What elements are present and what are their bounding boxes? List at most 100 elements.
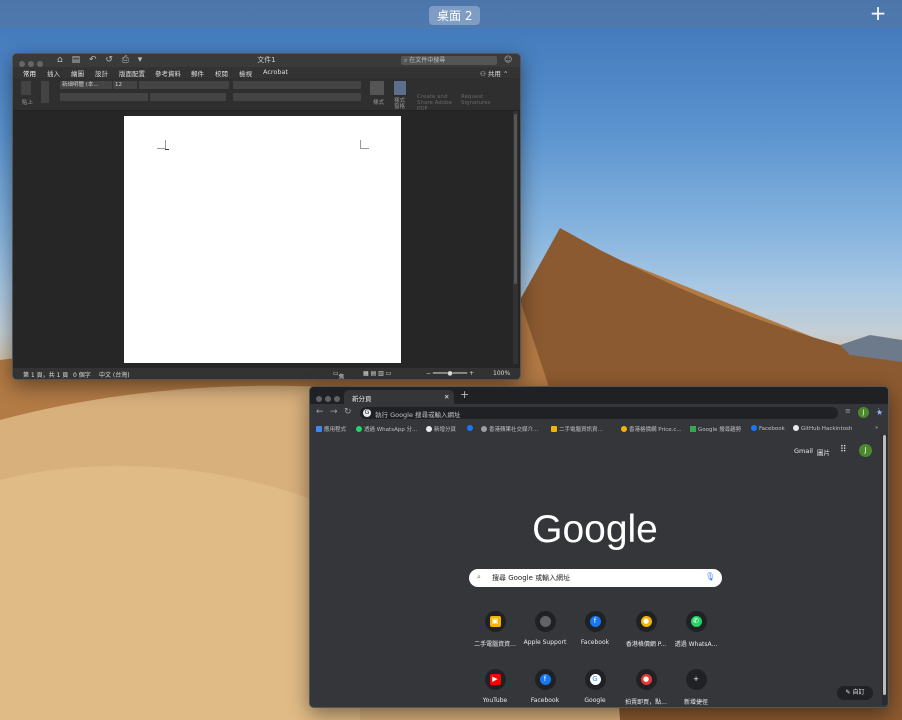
styles-icon[interactable] — [370, 81, 384, 95]
shortcut-tile[interactable]: ● 香港格價網 P... — [621, 611, 671, 648]
tab-draw[interactable]: 繪圖 — [71, 68, 84, 78]
profile-avatar[interactable]: J — [859, 444, 872, 457]
close-tab-icon[interactable]: ✕ — [444, 393, 449, 401]
smiley-icon[interactable]: ☺ — [504, 55, 512, 64]
bookmarks-bar: 應用程式 透過 WhatsApp 分... 新增分頁 香港蘋果社交媒介... 二… — [310, 422, 888, 436]
search-placeholder: 搜尋 Google 或輸入網址 — [492, 574, 571, 582]
focus-button[interactable]: ▭ 焦點 — [333, 370, 345, 379]
tab-insert[interactable]: 插入 — [47, 68, 60, 78]
request-signatures-label[interactable]: Request Signatures — [461, 94, 491, 106]
language-status[interactable]: 中文 (台灣) — [99, 370, 130, 379]
shortcut-tile[interactable]: ▣ 二手電腦資資... — [470, 611, 520, 648]
shortcut-tile[interactable]: ✆ 透過 WhatsA... — [671, 611, 721, 648]
bookmark-used-pc[interactable]: 二手電腦資訊資... — [551, 425, 603, 433]
bookmark-github[interactable]: GitHub Hackintosh — [793, 425, 852, 432]
tab-references[interactable]: 參考資料 — [155, 68, 181, 78]
styles-pane-icon[interactable] — [394, 81, 406, 95]
text-cursor — [165, 149, 169, 150]
shortcut-tile[interactable]: f Facebook — [520, 669, 570, 704]
document-page[interactable] — [124, 116, 401, 363]
profile-avatar-small[interactable]: J — [858, 407, 869, 418]
font-size-value: 12 — [115, 82, 122, 88]
gmail-link[interactable]: Gmail — [794, 447, 813, 455]
ribbon-home: 貼上 新細明體 (本... 12 樣式 樣式窗格 Create and Shar… — [13, 78, 520, 112]
bookmark-price[interactable]: 香港格價網 Price.c... — [621, 425, 682, 433]
tab-mailings[interactable]: 郵件 — [191, 68, 204, 78]
document-area — [13, 111, 520, 368]
clipboard-tools[interactable] — [41, 81, 49, 103]
shortcut-tile[interactable]: G Google — [570, 669, 620, 704]
add-shortcut-tile[interactable]: + 新增捷徑 — [671, 669, 721, 706]
desktop-2-label[interactable]: 桌面 2 — [429, 6, 481, 25]
google-g-icon: G — [363, 409, 371, 417]
tab-design[interactable]: 設計 — [95, 68, 108, 78]
menu-icon[interactable]: ⋮ — [875, 407, 882, 415]
word-status-bar: 第 1 頁，共 1 頁 0 個字 中文 (台灣) ▭ 焦點 ▦ ▤ ▥ ▭ − … — [13, 368, 520, 379]
shortcut-tile[interactable]: ● 拍賣即買，點... — [621, 669, 671, 706]
paste-label: 貼上 — [22, 100, 34, 106]
bookmark-facebook[interactable]: Facebook — [751, 425, 785, 432]
bookmark-apple[interactable]: 香港蘋果社交媒介... — [481, 425, 538, 433]
chrome-scrollbar[interactable] — [882, 435, 887, 705]
new-tab-button[interactable]: + — [460, 388, 469, 401]
word-search-placeholder: 在文件中搜尋 — [409, 57, 446, 64]
reading-list-icon[interactable]: ≡ — [845, 407, 851, 415]
omnibox-text: 執行 Google 搜尋或輸入網址 — [375, 411, 461, 419]
styles-pane-label: 樣式窗格 — [394, 98, 406, 110]
paste-icon[interactable] — [21, 81, 31, 95]
font-size-tools[interactable] — [139, 81, 229, 89]
bookmark-trends[interactable]: Google 搜尋趨勢 — [690, 425, 741, 433]
back-icon[interactable]: ← — [316, 407, 324, 417]
focus-label: 焦點 — [338, 374, 345, 380]
reload-icon[interactable]: ↻ — [344, 407, 352, 417]
paragraph-buttons[interactable] — [233, 93, 361, 101]
forward-icon[interactable]: → — [330, 407, 338, 417]
zoom-level[interactable]: 100% — [493, 370, 510, 377]
bookmark-new-tab[interactable]: 新增分頁 — [426, 425, 456, 433]
search-box[interactable]: ⌕ 搜尋 Google 或輸入網址 🎙 — [469, 569, 722, 587]
font-name-value: 新細明體 (本... — [62, 82, 99, 88]
customize-button[interactable]: ✎ 自訂 — [837, 686, 873, 700]
list-buttons[interactable] — [233, 81, 361, 89]
shortcut-tile[interactable]: f Facebook — [570, 611, 620, 646]
word-scrollbar[interactable] — [513, 111, 518, 364]
shortcut-tile[interactable]: Apple Support — [520, 611, 570, 646]
search-icon: ⌕ — [477, 573, 481, 581]
font-name-select[interactable]: 新細明體 (本... — [60, 81, 112, 89]
font-size-select[interactable]: 12 — [113, 81, 137, 89]
google-apps-icon[interactable]: ⠿ — [840, 445, 847, 455]
view-buttons[interactable]: ▦ ▤ ▥ ▭ — [363, 370, 391, 377]
tab-layout[interactable]: 版面配置 — [119, 68, 145, 78]
margin-mark-left — [157, 140, 166, 149]
text-color-buttons[interactable] — [150, 93, 226, 101]
word-search-field[interactable]: ⌕ 在文件中搜尋 — [401, 56, 497, 65]
tab-new-tab[interactable]: 新分頁 ✕ — [344, 390, 454, 404]
voice-search-icon[interactable]: 🎙 — [705, 572, 715, 581]
share-label: 共用 — [487, 70, 501, 78]
chrome-window[interactable]: 新分頁 ✕ + ← → ↻ G 執行 Google 搜尋或輸入網址 ★ ≡ J … — [309, 386, 889, 708]
ribbon-tabs: 常用 插入 繪圖 設計 版面配置 參考資料 郵件 校閱 檢視 Acrobat ⚇… — [13, 67, 520, 79]
word-title-bar: ⌂ ▤ ↶ ↺ ⎙ ▾ 文件1 ⌕ 在文件中搜尋 ☺ — [13, 54, 520, 67]
text-format-buttons[interactable] — [60, 93, 148, 101]
tab-review[interactable]: 校閱 — [215, 68, 228, 78]
share-button[interactable]: ⚇ 共用 ⌃ — [480, 68, 508, 78]
bookmark-whatsapp[interactable]: 透過 WhatsApp 分... — [356, 425, 417, 433]
styles-label: 樣式 — [373, 100, 385, 106]
tab-strip: 新分頁 ✕ + — [310, 387, 888, 404]
word-count: 0 個字 — [73, 372, 91, 379]
add-desktop-button[interactable]: + — [868, 2, 888, 24]
more-bookmarks-icon[interactable]: » — [875, 425, 878, 431]
images-link[interactable]: 圖片 — [817, 447, 830, 457]
omnibox[interactable]: G 執行 Google 搜尋或輸入網址 ★ — [360, 407, 883, 419]
zoom-slider[interactable]: − ━━━━●━━━━ + — [426, 370, 474, 377]
word-window[interactable]: ⌂ ▤ ↶ ↺ ⎙ ▾ 文件1 ⌕ 在文件中搜尋 ☺ 常用 插入 繪圖 設計 版… — [12, 53, 521, 380]
page-count: 第 1 頁，共 1 頁 — [23, 372, 69, 379]
create-pdf-label[interactable]: Create and Share Adobe PDF — [417, 94, 459, 112]
new-tab-page: Gmail 圖片 ⠿ J Google ⌕ 搜尋 Google 或輸入網址 🎙 … — [310, 435, 880, 707]
shortcut-tile[interactable]: ▶ YouTube — [470, 669, 520, 704]
customize-label: 自訂 — [852, 689, 865, 696]
tab-view[interactable]: 檢視 — [239, 68, 252, 78]
bookmark-apps[interactable]: 應用程式 — [316, 425, 346, 433]
tab-acrobat[interactable]: Acrobat — [263, 68, 288, 76]
bookmark-facebook-icon[interactable] — [467, 425, 475, 432]
